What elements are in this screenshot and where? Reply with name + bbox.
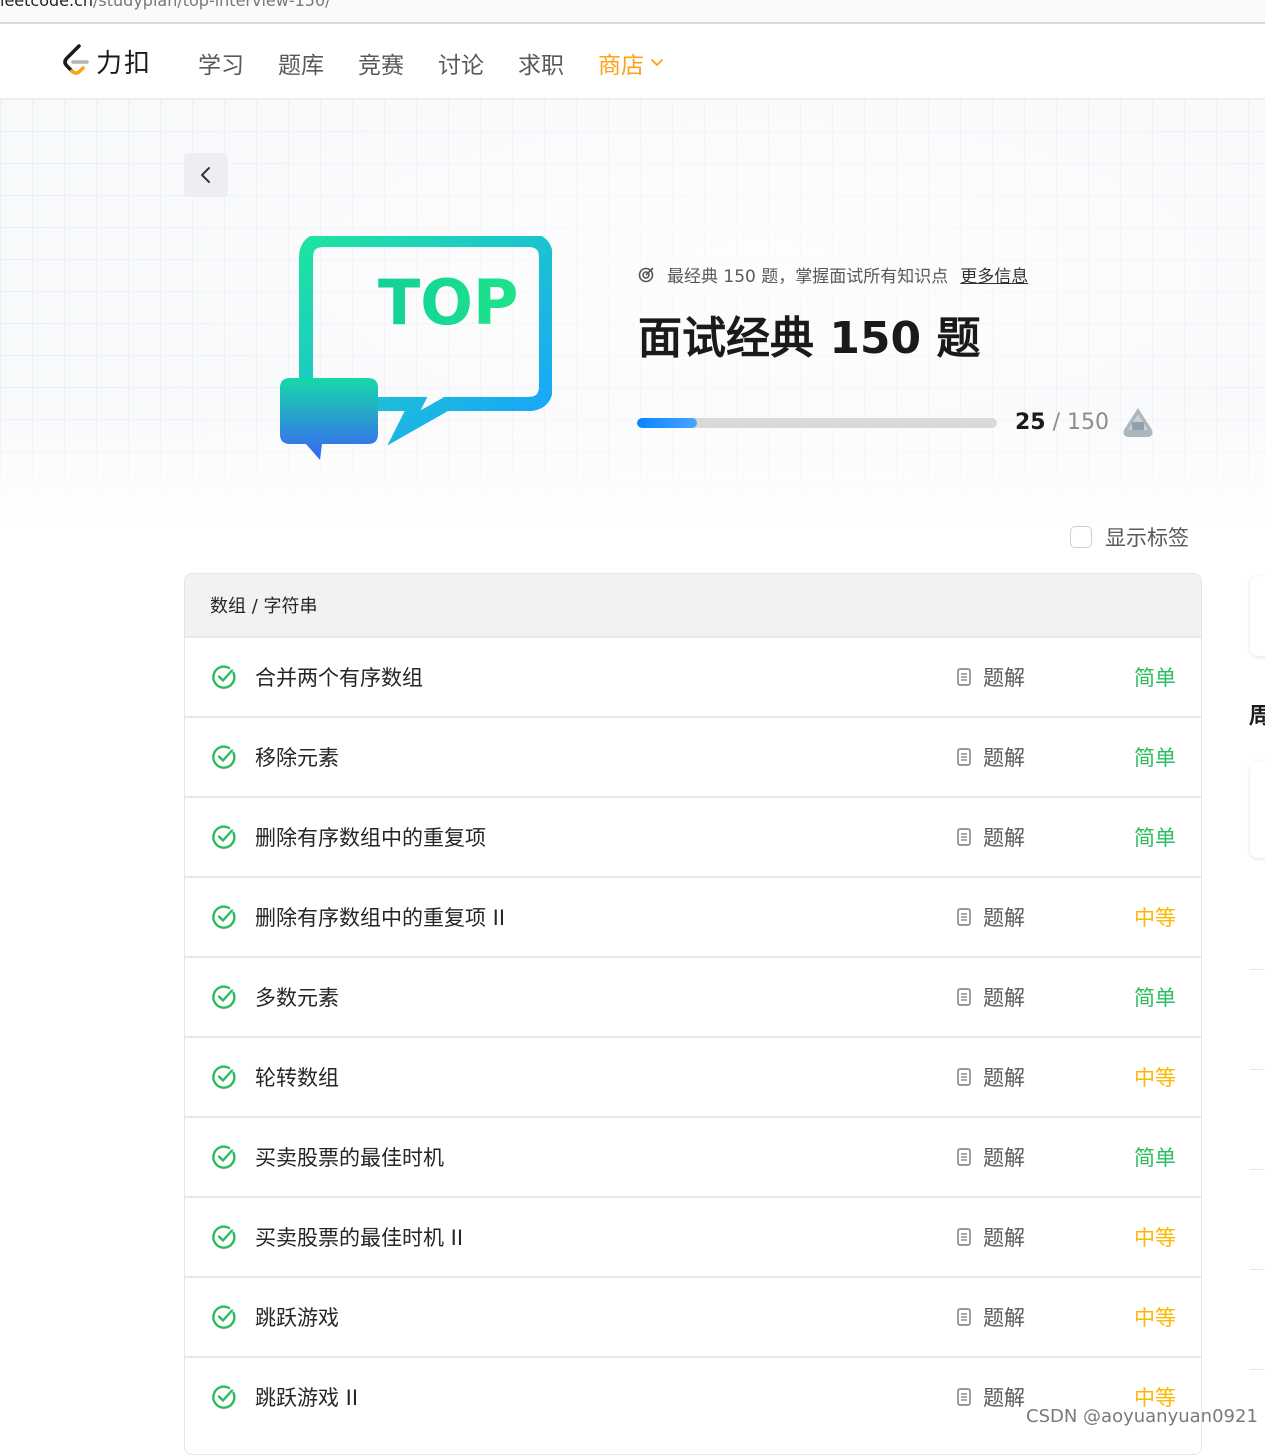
problem-row[interactable]: 多数元素 题解 简单 [185, 956, 1201, 1036]
problem-title[interactable]: 轮转数组 [255, 1062, 339, 1092]
problem-title[interactable]: 跳跃游戏 II [255, 1382, 358, 1412]
problem-row[interactable]: 跳跃游戏 题解 中等 [185, 1276, 1201, 1356]
progress-bar [637, 418, 997, 428]
solution-link[interactable]: 题解 [957, 1062, 1025, 1092]
solution-link[interactable]: 题解 [957, 982, 1025, 1012]
progress-count: 25 / 150 [1015, 410, 1110, 435]
nav-menu: 学习 题库 竞赛 讨论 求职 商店 [198, 46, 698, 80]
plan-tagline: 最经典 150 题，掌握面试所有知识点 更多信息 [638, 262, 1028, 287]
side-panel-card[interactable] [1250, 762, 1265, 858]
section-header[interactable]: 数组 / 字符串 [185, 574, 1201, 636]
check-circle-icon [212, 905, 236, 929]
check-circle-icon [212, 1145, 236, 1169]
problem-title[interactable]: 删除有序数组中的重复项 [255, 822, 486, 852]
show-tags-checkbox[interactable] [1070, 526, 1092, 548]
problem-row[interactable]: 合并两个有序数组 题解 简单 [185, 636, 1201, 716]
check-circle-icon [212, 1385, 236, 1409]
difficulty-label: 简单 [1134, 826, 1176, 850]
check-circle-icon [212, 1225, 236, 1249]
document-icon [957, 1148, 971, 1166]
progress-total: 150 [1067, 410, 1110, 435]
difficulty-label: 简单 [1134, 1146, 1176, 1170]
problem-title[interactable]: 删除有序数组中的重复项 II [255, 902, 505, 932]
difficulty-label: 简单 [1134, 986, 1176, 1010]
check-circle-icon [212, 665, 236, 689]
nav-item[interactable]: 讨论 [438, 46, 484, 80]
progress-fill [637, 418, 698, 428]
solution-link[interactable]: 题解 [957, 1222, 1025, 1252]
difficulty-label: 中等 [1134, 1306, 1176, 1330]
document-icon [957, 748, 971, 766]
problem-row[interactable]: 买卖股票的最佳时机 II 题解 中等 [185, 1196, 1201, 1276]
tagline-text: 最经典 150 题，掌握面试所有知识点 [667, 267, 949, 287]
problem-title[interactable]: 多数元素 [255, 982, 339, 1012]
problem-list-card: 数组 / 字符串 合并两个有序数组 题解 简单 移除元素 题解 简单 删除有序数组中的重复项… [184, 573, 1202, 1455]
document-icon [957, 1308, 971, 1326]
leetcode-logo-icon [63, 44, 89, 75]
difficulty-label: 中等 [1134, 906, 1176, 930]
nav-item[interactable]: 学习 [198, 46, 244, 80]
check-circle-icon [212, 1305, 236, 1329]
document-icon [957, 1388, 971, 1406]
medal-icon[interactable] [1120, 406, 1156, 440]
difficulty-label: 简单 [1134, 746, 1176, 770]
chevron-down-icon [651, 59, 663, 67]
progress-done: 25 [1015, 410, 1046, 435]
check-circle-icon [212, 745, 236, 769]
address-url: leetcode.cn/studyplan/top-interview-150/ [0, 0, 331, 10]
check-circle-icon [212, 825, 236, 849]
logo-text: 力扣 [96, 48, 153, 79]
graphic-top-text: TOP [378, 266, 518, 339]
side-panel-card[interactable] [1250, 576, 1265, 656]
nav-item[interactable]: 题库 [278, 46, 324, 80]
nav-item[interactable]: 竞赛 [358, 46, 404, 80]
document-icon [957, 988, 971, 1006]
document-icon [957, 1228, 971, 1246]
solution-link[interactable]: 题解 [957, 1302, 1025, 1332]
solution-link[interactable]: 题解 [957, 662, 1025, 692]
problem-row[interactable]: 删除有序数组中的重复项 II 题解 中等 [185, 876, 1201, 956]
document-icon [957, 1068, 971, 1086]
solution-link[interactable]: 题解 [957, 902, 1025, 932]
difficulty-label: 简单 [1134, 666, 1176, 690]
solution-link[interactable]: 题解 [957, 1382, 1025, 1412]
problem-title[interactable]: 买卖股票的最佳时机 II [255, 1222, 463, 1252]
watermark: CSDN @aoyuanyuan0921 [1026, 1406, 1258, 1427]
difficulty-label: 中等 [1134, 1066, 1176, 1090]
problem-title[interactable]: 跳跃游戏 [255, 1302, 339, 1332]
solution-link[interactable]: 题解 [957, 822, 1025, 852]
top-nav: 力扣 学习 题库 竞赛 讨论 求职 商店 [0, 24, 1265, 99]
logo[interactable]: 力扣 [60, 42, 152, 80]
document-icon [957, 828, 971, 846]
solution-link[interactable]: 题解 [957, 742, 1025, 772]
check-circle-icon [212, 1065, 236, 1089]
solution-link[interactable]: 题解 [957, 1142, 1025, 1172]
problem-row[interactable]: 移除元素 题解 简单 [185, 716, 1201, 796]
problem-row[interactable]: 买卖股票的最佳时机 题解 简单 [185, 1116, 1201, 1196]
nav-item[interactable]: 求职 [518, 46, 564, 80]
document-icon [957, 908, 971, 926]
problem-title[interactable]: 移除元素 [255, 742, 339, 772]
side-panel-title: 周 [1249, 704, 1265, 729]
problem-row[interactable]: 删除有序数组中的重复项 题解 简单 [185, 796, 1201, 876]
problem-title[interactable]: 买卖股票的最佳时机 [255, 1142, 444, 1172]
check-circle-icon [212, 985, 236, 1009]
top-plan-graphic: TOP [280, 236, 552, 460]
problem-title[interactable]: 合并两个有序数组 [255, 662, 423, 692]
chevron-left-icon [201, 167, 210, 183]
nav-item-shop[interactable]: 商店 [598, 46, 664, 80]
page-title: 面试经典 150 题 [638, 313, 981, 364]
document-icon [957, 668, 971, 686]
show-tags-toggle[interactable]: 显示标签 [1070, 522, 1189, 552]
more-info-link[interactable]: 更多信息 [960, 262, 1028, 287]
show-tags-label: 显示标签 [1105, 526, 1189, 550]
back-button[interactable] [184, 153, 228, 197]
difficulty-label: 中等 [1134, 1226, 1176, 1250]
address-bar[interactable]: leetcode.cn/studyplan/top-interview-150/ [0, 0, 1265, 24]
problem-row[interactable]: 轮转数组 题解 中等 [185, 1036, 1201, 1116]
target-icon [638, 267, 654, 283]
